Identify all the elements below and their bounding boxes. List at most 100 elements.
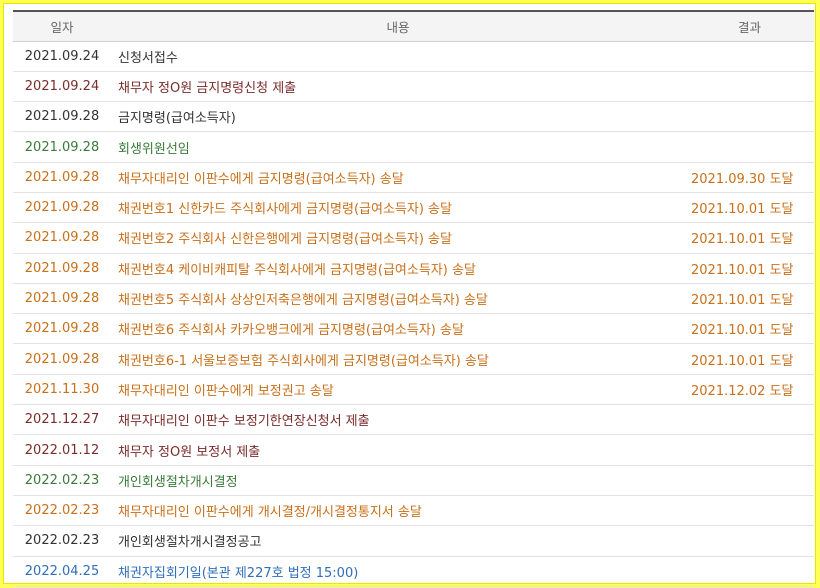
case-progress-panel: 일자 내용 결과 2021.09.24 신청서접수 2021.09.24 채무자 정O… <box>3 3 816 587</box>
row-date: 2022.04.25 <box>13 556 111 587</box>
row-result: 2021.10.01 도달 <box>685 192 814 224</box>
row-date-text: 2022.02.23 <box>24 472 100 488</box>
table-row: 2021.09.28 채무자대리인 이판수에게 금지명령(급여소득자) 송달 202… <box>13 162 814 193</box>
row-content-text: 채무자 정O원 보정서 제출 <box>118 444 261 460</box>
row-date-text: 2021.09.28 <box>24 200 100 216</box>
row-content-text: 채무자대리인 이판수에게 개시결정/개시결정통지서 송달 <box>118 505 422 521</box>
header-date: 일자 <box>13 10 111 42</box>
row-result: 2021.10.01 도달 <box>685 253 814 284</box>
row-content: 채권번호4 케이비캐피탈 주식회사에게 금지명령(급여소득자) 송달 <box>111 253 685 284</box>
row-date-text: 2022.02.23 <box>24 533 100 549</box>
table-row: 2021.09.24 채무자 정O원 금지명령신청 제출 <box>13 71 814 103</box>
row-result <box>685 434 814 466</box>
row-date: 2021.09.28 <box>13 162 111 193</box>
row-date-text: 2021.09.28 <box>24 139 100 155</box>
table-body: 2021.09.24 신청서접수 2021.09.24 채무자 정O원 금지명령신청 … <box>13 41 814 587</box>
row-content: 채무자대리인 이판수에게 보정권고 송달 <box>111 374 685 406</box>
row-date: 2021.09.24 <box>13 71 111 103</box>
row-date-text: 2021.09.24 <box>24 48 100 64</box>
row-date: 2021.11.30 <box>13 374 111 406</box>
row-content: 채권자집회기일(본관 제227호 법정 15:00) <box>111 556 685 587</box>
row-result <box>685 41 814 72</box>
row-date-text: 2021.11.30 <box>24 381 100 397</box>
row-date-text: 2021.09.28 <box>24 321 100 337</box>
row-content-text: 채무자대리인 이판수에게 금지명령(급여소득자) 송달 <box>118 171 404 187</box>
row-date-text: 2021.09.28 <box>24 291 100 307</box>
row-content: 금지명령(급여소득자) <box>111 101 685 133</box>
row-content-text: 채무자 정O원 금지명령신청 제출 <box>118 80 297 96</box>
table-header-row: 일자 내용 결과 <box>13 10 814 42</box>
table-row: 2021.09.24 신청서접수 <box>13 41 814 72</box>
row-content: 채권번호2 주식회사 신한은행에게 금지명령(급여소득자) 송달 <box>111 222 685 254</box>
row-content-text: 채권번호6-1 서울보증보험 주식회사에게 금지명령(급여소득자) 송달 <box>118 353 489 369</box>
row-result <box>685 525 814 557</box>
row-date-text: 2022.04.25 <box>24 563 100 579</box>
table-row: 2021.12.27 채무자대리인 이판수 보정기한연장신청서 제출 <box>13 404 814 436</box>
table-row: 2022.02.23 개인회생절차개시결정 <box>13 465 814 496</box>
row-date: 2022.01.12 <box>13 434 111 466</box>
row-content-text: 채권번호1 신한카드 주식회사에게 금지명령(급여소득자) 송달 <box>118 202 452 218</box>
row-date: 2021.09.28 <box>13 101 111 133</box>
row-content-text: 채권번호2 주식회사 신한은행에게 금지명령(급여소득자) 송달 <box>118 232 452 248</box>
row-content-text: 개인회생절차개시결정공고 <box>118 535 262 551</box>
row-result-text: 2021.10.01 도달 <box>691 353 794 369</box>
row-result: 2021.10.01 도달 <box>685 343 814 375</box>
row-date: 2021.09.28 <box>13 283 111 315</box>
row-date-text: 2022.02.23 <box>24 503 100 519</box>
row-content: 채무자 정O원 금지명령신청 제출 <box>111 71 685 103</box>
row-date: 2021.09.28 <box>13 131 111 163</box>
table-row: 2021.09.28 채권번호2 주식회사 신한은행에게 금지명령(급여소득자) … <box>13 222 814 254</box>
row-content: 개인회생절차개시결정공고 <box>111 525 685 557</box>
row-date: 2021.09.28 <box>13 343 111 375</box>
row-result <box>685 495 814 527</box>
row-content-text: 신청서접수 <box>118 50 178 66</box>
row-result-text: 2021.10.01 도달 <box>691 232 794 248</box>
table-row: 2021.09.28 채권번호6 주식회사 카카오뱅크에게 금지명령(급여소득자)… <box>13 313 814 345</box>
row-date: 2022.02.23 <box>13 495 111 527</box>
table-row: 2021.09.28 채권번호5 주식회사 상상인저축은행에게 금지명령(급여소득… <box>13 283 814 315</box>
row-date: 2021.09.28 <box>13 222 111 254</box>
row-date: 2022.02.23 <box>13 525 111 557</box>
row-date-text: 2022.01.12 <box>24 442 100 458</box>
row-content-text: 채권번호4 케이비캐피탈 주식회사에게 금지명령(급여소득자) 송달 <box>118 262 476 278</box>
row-date-text: 2021.12.27 <box>24 412 100 428</box>
row-content: 채권번호6-1 서울보증보험 주식회사에게 금지명령(급여소득자) 송달 <box>111 343 685 375</box>
row-result: 2021.09.30 도달 <box>685 162 814 193</box>
row-result-text: 2021.09.30 도달 <box>691 171 794 187</box>
row-date: 2021.09.28 <box>13 313 111 345</box>
row-content: 채권번호1 신한카드 주식회사에게 금지명령(급여소득자) 송달 <box>111 192 685 224</box>
row-date-text: 2021.09.28 <box>24 351 100 367</box>
row-date-text: 2021.09.28 <box>24 169 100 185</box>
row-date: 2021.09.28 <box>13 192 111 224</box>
row-content: 개인회생절차개시결정 <box>111 465 685 496</box>
row-result <box>685 556 814 587</box>
row-content: 채무자대리인 이판수 보정기한연장신청서 제출 <box>111 404 685 436</box>
table-row: 2021.09.28 금지명령(급여소득자) <box>13 101 814 133</box>
row-date: 2021.09.24 <box>13 41 111 72</box>
table-row: 2022.02.23 개인회생절차개시결정공고 <box>13 525 814 557</box>
row-result-text: 2021.10.01 도달 <box>691 323 794 339</box>
table-row: 2021.09.28 채권번호4 케이비캐피탈 주식회사에게 금지명령(급여소득자… <box>13 253 814 284</box>
table-row: 2021.09.28 채권번호1 신한카드 주식회사에게 금지명령(급여소득자) … <box>13 192 814 224</box>
row-result: 2021.10.01 도달 <box>685 222 814 254</box>
table-row: 2021.09.28 채권번호6-1 서울보증보험 주식회사에게 금지명령(급여소… <box>13 343 814 375</box>
row-content-text: 채권번호5 주식회사 상상인저축은행에게 금지명령(급여소득자) 송달 <box>118 293 488 309</box>
row-result <box>685 465 814 496</box>
row-date: 2022.02.23 <box>13 465 111 496</box>
row-date-text: 2021.09.28 <box>24 109 100 125</box>
row-date: 2021.09.28 <box>13 253 111 284</box>
case-progress-table: 일자 내용 결과 2021.09.24 신청서접수 2021.09.24 채무자 정O… <box>13 10 814 587</box>
header-result: 결과 <box>685 10 814 42</box>
row-content: 채무자대리인 이판수에게 금지명령(급여소득자) 송달 <box>111 162 685 193</box>
row-content: 회생위원선임 <box>111 131 685 163</box>
row-result-text: 2021.10.01 도달 <box>691 202 794 218</box>
row-content-text: 채권자집회기일(본관 제227호 법정 15:00) <box>118 565 359 581</box>
row-result <box>685 71 814 103</box>
row-result <box>685 131 814 163</box>
row-result-text: 2021.10.01 도달 <box>691 262 794 278</box>
row-content-text: 채무자대리인 이판수에게 보정권고 송달 <box>118 383 334 399</box>
row-content-text: 개인회생절차개시결정 <box>118 474 238 490</box>
row-result-text: 2021.10.01 도달 <box>691 293 794 309</box>
table-row: 2021.11.30 채무자대리인 이판수에게 보정권고 송달 2021.12.02… <box>13 374 814 406</box>
row-result <box>685 101 814 133</box>
